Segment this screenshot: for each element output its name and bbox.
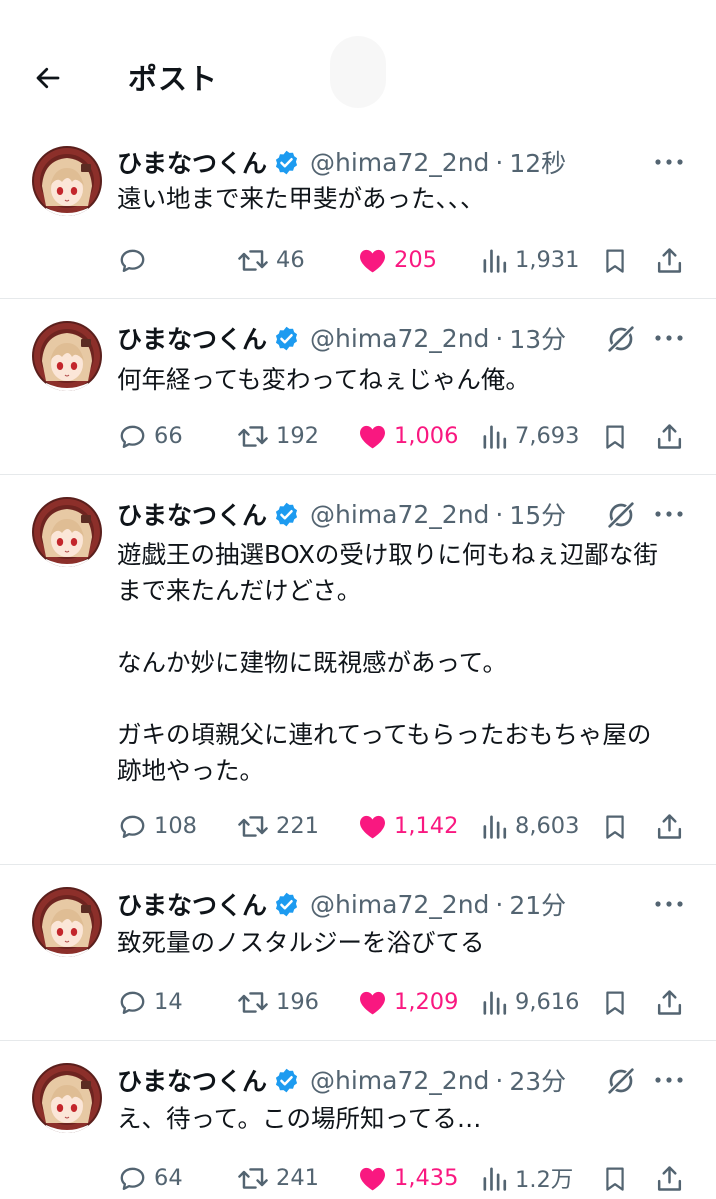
share-button[interactable] bbox=[652, 1158, 686, 1198]
view-count: 1.2万 bbox=[515, 1167, 574, 1193]
reply-icon bbox=[120, 1167, 145, 1190]
verified-badge-icon bbox=[275, 1068, 298, 1092]
repost-count: 241 bbox=[276, 1165, 319, 1191]
separator-dot: · bbox=[495, 1065, 504, 1095]
bookmark-button[interactable] bbox=[598, 1158, 632, 1198]
author-handle[interactable]: @hima72_2nd bbox=[310, 1066, 489, 1095]
heart-icon bbox=[360, 1167, 385, 1190]
repost-icon bbox=[238, 1167, 268, 1189]
share-icon bbox=[657, 1165, 681, 1191]
views-icon bbox=[483, 1167, 507, 1191]
avatar[interactable] bbox=[32, 1063, 102, 1133]
like-count: 1,435 bbox=[394, 1165, 459, 1191]
author-name[interactable]: ひまなつくん bbox=[117, 1062, 267, 1098]
post-text: え、待って。この場所知ってる… bbox=[117, 1104, 482, 1133]
grok-icon[interactable] bbox=[605, 1065, 637, 1097]
bookmark-icon bbox=[606, 1166, 624, 1191]
views-button[interactable]: 1.2万 bbox=[480, 1158, 573, 1198]
repost-button[interactable]: 241 bbox=[236, 1158, 319, 1198]
like-button[interactable]: 1,435 bbox=[357, 1158, 458, 1198]
avatar-image bbox=[32, 1063, 102, 1133]
action-bar: 64 241 1,435 1.2万 bbox=[0, 1158, 716, 1198]
post-5[interactable]: ひまなつくん @hima72_2nd · 23分 え、待って。この場所知ってる…… bbox=[0, 0, 716, 1199]
reply-count: 64 bbox=[154, 1165, 183, 1191]
reply-button[interactable]: 64 bbox=[117, 1158, 183, 1198]
post-header: ひまなつくん @hima72_2nd · 23分 bbox=[117, 1063, 566, 1097]
more-icon[interactable] bbox=[652, 1063, 686, 1097]
post-time[interactable]: 23分 bbox=[509, 1062, 566, 1098]
